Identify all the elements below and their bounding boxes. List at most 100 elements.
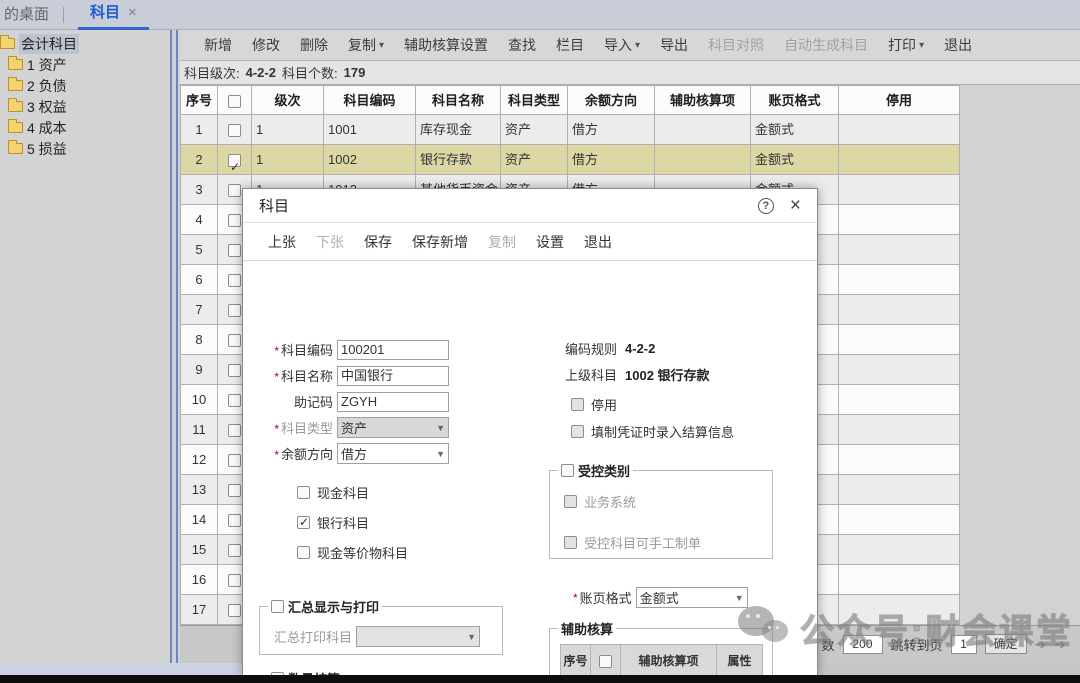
toolbar-查找[interactable]: 查找 bbox=[498, 35, 546, 55]
toolbar-label: 退出 bbox=[944, 35, 972, 55]
row-checkbox[interactable] bbox=[228, 214, 241, 227]
next-page-icon[interactable]: ➔ bbox=[1035, 636, 1047, 653]
field-row-科目类型: *科目类型资产▼ bbox=[257, 417, 449, 438]
toolbar-复制[interactable]: 复制▾ bbox=[338, 35, 394, 55]
row-checkbox[interactable] bbox=[228, 454, 241, 467]
field-label: *科目类型 bbox=[257, 418, 333, 437]
stop-use-checkbox[interactable] bbox=[571, 398, 584, 411]
row-checkbox[interactable] bbox=[228, 394, 241, 407]
tab-close-icon[interactable]: × bbox=[128, 0, 137, 27]
sidebar-splitter[interactable] bbox=[170, 30, 178, 663]
last-page-icon[interactable]: ➔ bbox=[1054, 636, 1066, 653]
toolbar-导出[interactable]: 导出 bbox=[650, 35, 698, 55]
controlled-item-受控科目可手工制单: 受控科目可手工制单 bbox=[564, 533, 770, 552]
row-checkbox[interactable] bbox=[228, 424, 241, 437]
toolbar-打印[interactable]: 打印▾ bbox=[878, 35, 934, 55]
row-checkbox[interactable] bbox=[228, 244, 241, 257]
info-bar: 科目级次: 4-2-2 科目个数: 179 bbox=[180, 61, 1080, 85]
dialog-titlebar: 科目 ? × bbox=[243, 189, 817, 223]
row-checkbox[interactable] bbox=[228, 364, 241, 377]
checkbox-银行科目[interactable] bbox=[297, 516, 310, 529]
folder-icon bbox=[8, 122, 23, 133]
table-header-cell: 科目名称 bbox=[416, 85, 501, 115]
table-row[interactable]: 211002银行存款资产借方金额式 bbox=[180, 145, 960, 175]
toolbar-退出[interactable]: 退出 bbox=[934, 35, 982, 55]
field-input-科目编码[interactable]: 100201 bbox=[337, 340, 449, 360]
checkbox-现金科目[interactable] bbox=[297, 486, 310, 499]
ledger-format-select[interactable]: 金额式 ▼ bbox=[636, 587, 748, 608]
dialog-toolbar-保存[interactable]: 保存 bbox=[355, 232, 401, 252]
aux-select-all-checkbox[interactable] bbox=[599, 655, 612, 668]
controlled-category-checkbox[interactable] bbox=[561, 464, 574, 477]
row-checkbox[interactable] bbox=[228, 124, 241, 137]
row-checkbox[interactable] bbox=[228, 274, 241, 287]
tab-subject[interactable]: 科目 × bbox=[78, 0, 149, 30]
field-input-科目名称[interactable]: 中国银行 bbox=[337, 366, 449, 386]
field-label: 助记码 bbox=[257, 392, 333, 411]
tab-subject-label: 科目 bbox=[90, 0, 120, 27]
sidebar-item-2[interactable]: 2 负债 bbox=[0, 75, 170, 96]
table-cell-type: 资产 bbox=[501, 115, 568, 145]
sidebar-item-1[interactable]: 1 资产 bbox=[0, 54, 170, 75]
row-checkbox[interactable] bbox=[228, 154, 241, 167]
select-all-checkbox[interactable] bbox=[228, 95, 241, 108]
jump-to-page-input[interactable]: 1 bbox=[951, 635, 977, 654]
row-checkbox[interactable] bbox=[228, 484, 241, 497]
field-row-余额方向: *余额方向借方▼ bbox=[257, 443, 449, 464]
table-cell-no: 5 bbox=[180, 235, 218, 265]
dialog-toolbar-上张[interactable]: 上张 bbox=[259, 232, 305, 252]
field-row-科目编码: *科目编码100201 bbox=[257, 339, 449, 360]
toolbar-label: 辅助核算设置 bbox=[404, 35, 488, 55]
field-input-助记码[interactable]: ZGYH bbox=[337, 392, 449, 412]
row-checkbox[interactable] bbox=[228, 514, 241, 527]
rows-per-page-input[interactable]: 200 bbox=[843, 635, 883, 654]
dialog-toolbar-保存新增[interactable]: 保存新增 bbox=[403, 232, 477, 252]
tree-root-accounts[interactable]: 会计科目 bbox=[0, 33, 170, 54]
toolbar-自动生成科目: 自动生成科目 bbox=[774, 35, 878, 55]
confirm-page-button[interactable]: 确定 bbox=[985, 634, 1027, 654]
checkbox-现金等价物科目[interactable] bbox=[297, 546, 310, 559]
row-checkbox[interactable] bbox=[228, 334, 241, 347]
checkbox-row-现金等价物科目: 现金等价物科目 bbox=[297, 543, 408, 562]
toolbar-label: 修改 bbox=[252, 35, 280, 55]
sidebar-item-label: 2 负债 bbox=[27, 76, 67, 96]
row-checkbox[interactable] bbox=[228, 574, 241, 587]
toolbar-label: 新增 bbox=[204, 35, 232, 55]
dialog-body: *科目编码100201*科目名称中国银行助记码ZGYH*科目类型资产▼*余额方向… bbox=[243, 261, 817, 675]
sidebar-item-3[interactable]: 3 权益 bbox=[0, 96, 170, 117]
controlled-item-业务系统: 业务系统 bbox=[564, 492, 770, 511]
dialog-toolbar-设置[interactable]: 设置 bbox=[527, 232, 573, 252]
field-label: *余额方向 bbox=[257, 444, 333, 463]
table-row[interactable]: 111001库存现金资产借方金额式 bbox=[180, 115, 960, 145]
table-cell-no: 3 bbox=[180, 175, 218, 205]
checkbox-受控科目可手工制单 bbox=[564, 536, 577, 549]
voucher-settlement-checkbox[interactable] bbox=[571, 425, 584, 438]
sidebar-item-5[interactable]: 5 损益 bbox=[0, 138, 170, 159]
toolbar-label: 打印 bbox=[888, 35, 916, 55]
tab-desktop[interactable]: 的桌面 bbox=[0, 0, 63, 30]
table-header-row: 序号级次科目编码科目名称科目类型余额方向辅助核算项账页格式停用 bbox=[180, 85, 960, 115]
row-checkbox[interactable] bbox=[228, 304, 241, 317]
row-checkbox[interactable] bbox=[228, 544, 241, 557]
table-cell-stopped bbox=[839, 325, 960, 355]
toolbar-删除[interactable]: 删除 bbox=[290, 35, 338, 55]
row-checkbox[interactable] bbox=[228, 604, 241, 617]
toolbar-辅助核算设置[interactable]: 辅助核算设置 bbox=[394, 35, 498, 55]
help-icon[interactable]: ? bbox=[758, 198, 774, 214]
table-cell-cb bbox=[218, 115, 252, 145]
dialog-toolbar-退出[interactable]: 退出 bbox=[575, 232, 621, 252]
field-select-余额方向[interactable]: 借方▼ bbox=[337, 443, 449, 464]
toolbar-导入[interactable]: 导入▾ bbox=[594, 35, 650, 55]
row-checkbox[interactable] bbox=[228, 184, 241, 197]
toolbar-label: 删除 bbox=[300, 35, 328, 55]
controlled-category-legend: 受控类别 bbox=[578, 461, 630, 480]
table-cell-no: 12 bbox=[180, 445, 218, 475]
coding-rule-value: 4-2-2 bbox=[625, 341, 655, 356]
toolbar-栏目[interactable]: 栏目 bbox=[546, 35, 594, 55]
sidebar-item-4[interactable]: 4 成本 bbox=[0, 117, 170, 138]
toolbar-新增[interactable]: 新增 bbox=[194, 35, 242, 55]
close-icon[interactable]: × bbox=[790, 196, 801, 215]
summary-print-checkbox[interactable] bbox=[271, 600, 284, 613]
toolbar-修改[interactable]: 修改 bbox=[242, 35, 290, 55]
dialog-toolbar-下张: 下张 bbox=[307, 232, 353, 252]
